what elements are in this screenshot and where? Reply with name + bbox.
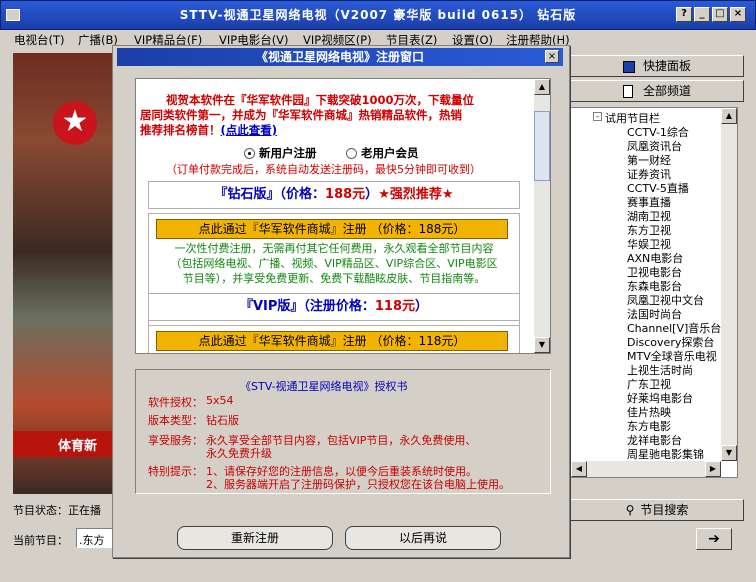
menu-tv[interactable]: 电视台(T) bbox=[14, 32, 65, 48]
vip-register-button[interactable]: 点此通过『华军软件商城』注册 （价格：118元） bbox=[156, 331, 508, 351]
promo-vscroll[interactable]: ▲ ▼ bbox=[534, 79, 550, 353]
dialog-close-icon[interactable]: × bbox=[545, 50, 559, 63]
radio-unchecked-icon bbox=[346, 148, 357, 159]
current-program-label: 当前节目： bbox=[13, 534, 68, 547]
promo-scroll-thumb[interactable] bbox=[534, 111, 550, 181]
license-title: 《STV-视通卫星网络电视》授权书 bbox=[240, 380, 408, 393]
tree-hscroll[interactable] bbox=[571, 461, 721, 477]
dialog-title: 《视通卫星网络电视》注册窗口 bbox=[117, 48, 563, 66]
promo-panel: 视贺本软件在『华军软件园』下载突破1000万次，下载量位 居同类软件第一，并成为… bbox=[135, 78, 551, 354]
re-register-button[interactable]: 重新注册 bbox=[177, 526, 333, 550]
promo-link[interactable]: (点此查看) bbox=[221, 123, 278, 137]
close-icon[interactable]: × bbox=[730, 7, 746, 22]
diamond-edition-box: 『钻石版』（价格：188元）★强烈推荐★ bbox=[148, 181, 520, 209]
channels-icon bbox=[622, 85, 633, 98]
current-program-field: .东方 bbox=[76, 528, 116, 548]
radio-new-user[interactable]: 新用户注册 bbox=[244, 145, 317, 161]
license-value: 2、服务器端开启了注册码保护，只授权您在该台电脑上使用。 bbox=[206, 478, 510, 491]
minimize-icon[interactable]: _ bbox=[694, 7, 710, 22]
program-status: 节目状态：正在播 bbox=[13, 499, 123, 519]
all-channels-button[interactable]: 全部频道 bbox=[570, 80, 744, 102]
maximize-icon[interactable]: □ bbox=[712, 7, 728, 22]
radio-checked-icon bbox=[244, 148, 255, 159]
scroll-left-icon[interactable]: ◀ bbox=[571, 461, 587, 477]
radio-old-user[interactable]: 老用户会员 bbox=[346, 145, 419, 161]
license-value: 钻石版 bbox=[206, 414, 239, 427]
license-label: 软件授权： bbox=[148, 396, 203, 409]
later-button[interactable]: 以后再说 bbox=[345, 526, 501, 550]
license-panel: 《STV-视通卫星网络电视》授权书 软件授权： 5x54 版本类型： 钻石版 享受服务：… bbox=[135, 369, 551, 494]
license-label: 享受服务： bbox=[148, 434, 203, 447]
order-notice: （订单付款完成后，系统自动发送注册码，最快5分钟即可收到） bbox=[166, 163, 481, 176]
program-search-button[interactable]: ⚲ 节目搜索 bbox=[570, 499, 744, 521]
go-button[interactable]: ➔ bbox=[696, 528, 732, 550]
promo-scroll-down-icon[interactable]: ▼ bbox=[534, 337, 550, 353]
scroll-right-icon[interactable]: ▶ bbox=[705, 461, 721, 477]
register-dialog: 《视通卫星网络电视》注册窗口 × 视贺本软件在『华军软件园』下载突破1000万次… bbox=[112, 45, 570, 558]
diamond-register-button[interactable]: 点此通过『华军软件商城』注册 （价格：188元） bbox=[156, 219, 508, 239]
tree-expand-icon[interactable]: - bbox=[593, 112, 602, 121]
license-label: 特别提示： bbox=[148, 465, 203, 478]
diamond-description: 一次性付费注册，无需再付其它任何费用，永久观看全部节目内容 （包括网络电视、广播… bbox=[170, 242, 498, 285]
help-icon[interactable]: ? bbox=[676, 7, 692, 22]
binoculars-icon: ⚲ bbox=[625, 503, 635, 517]
license-value: 永久免费升级 bbox=[206, 447, 272, 460]
channel-logo: ★ bbox=[53, 101, 97, 145]
promo-scroll-up-icon[interactable]: ▲ bbox=[534, 79, 550, 95]
license-label: 版本类型： bbox=[148, 414, 203, 427]
panel-icon bbox=[622, 60, 635, 73]
quick-panel-button[interactable]: 快捷面板 bbox=[570, 55, 744, 77]
tree-vscroll[interactable] bbox=[721, 108, 737, 461]
promo-text: 视贺本软件在『华军软件园』下载突破1000万次，下载量位 居同类软件第一，并成为… bbox=[140, 93, 475, 137]
vip-edition-box: 『VIP版』（注册价格：118元） bbox=[148, 293, 520, 321]
scroll-up-icon[interactable]: ▲ bbox=[721, 108, 737, 124]
license-value: 5x54 bbox=[206, 394, 234, 407]
window-title: STTV-视通卫星网络电视（V2007 豪华版 build 0615） 钻石版 bbox=[179, 8, 577, 22]
channel-tree: - 试用节目栏 CCTV-1综合 凤凰资讯台 第一财经 证券资讯 CCTV-5直播 赛事直… bbox=[570, 107, 738, 478]
scroll-down-icon[interactable]: ▼ bbox=[721, 445, 737, 461]
